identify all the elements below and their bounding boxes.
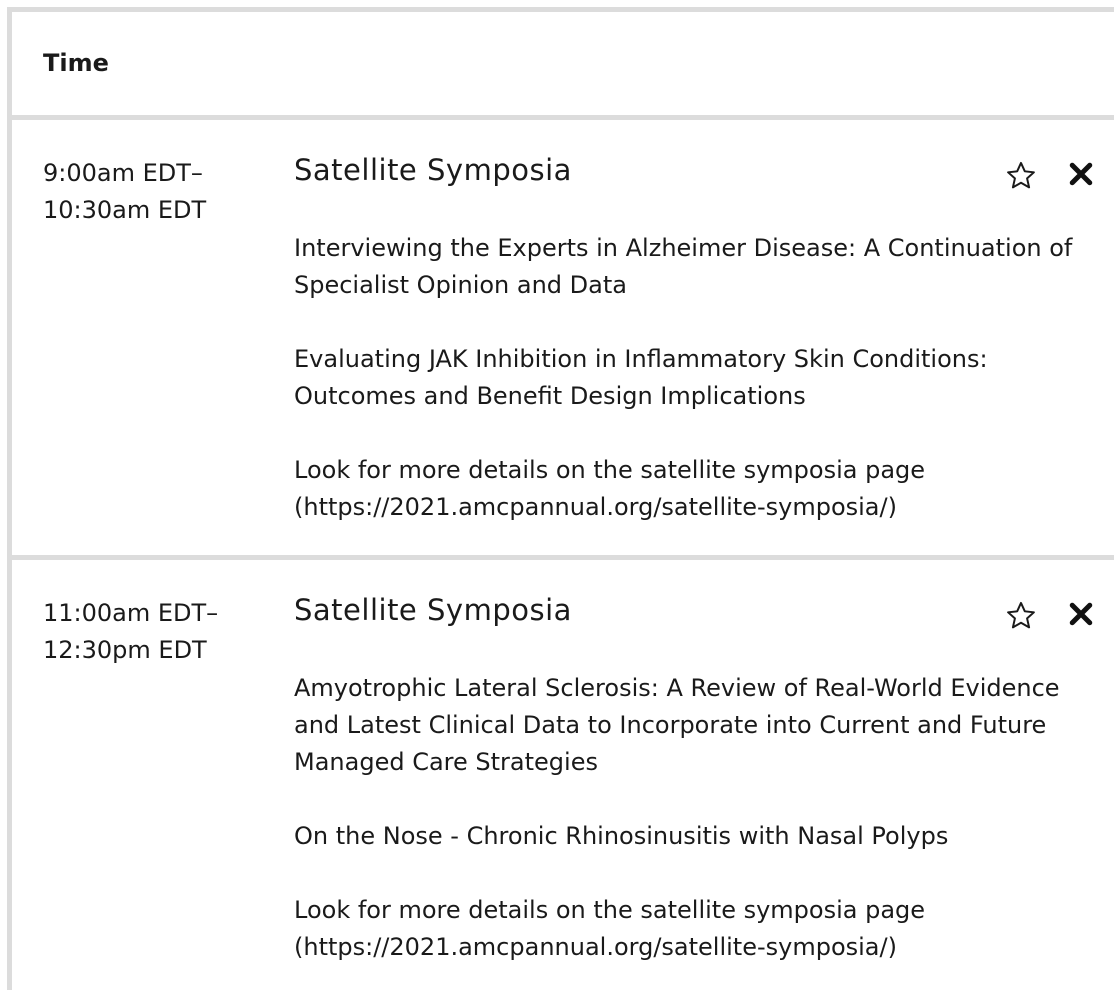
session-items: Amyotrophic Lateral Sclerosis: A Review … <box>294 670 1074 1003</box>
session-item: Look for more details on the satellite s… <box>294 456 926 521</box>
star-icon[interactable] <box>1004 159 1038 193</box>
session-time-end: 10:30am EDT <box>43 196 207 224</box>
schedule-table: Time 9:00am EDT– 10:30am EDT Satellite S… <box>7 7 1114 990</box>
session-time-start: 11:00am EDT– <box>43 599 219 627</box>
session-item: On the Nose - Chronic Rhinosinusitis wit… <box>294 822 949 850</box>
session-time: 9:00am EDT– 10:30am EDT <box>43 155 263 229</box>
star-icon[interactable] <box>1004 599 1038 633</box>
session-items: Interviewing the Experts in Alzheimer Di… <box>294 230 1074 563</box>
table-header: Time <box>12 12 1114 120</box>
session-item: Amyotrophic Lateral Sclerosis: A Review … <box>294 674 1060 776</box>
session-item: Interviewing the Experts in Alzheimer Di… <box>294 234 1073 299</box>
session-time-start: 9:00am EDT– <box>43 159 203 187</box>
session-row: 11:00am EDT– 12:30pm EDT Satellite Sympo… <box>12 560 1114 990</box>
session-item: Look for more details on the satellite s… <box>294 896 926 961</box>
close-icon[interactable] <box>1066 599 1096 629</box>
close-icon[interactable] <box>1066 159 1096 189</box>
session-title: Satellite Symposia <box>294 153 572 187</box>
session-time: 11:00am EDT– 12:30pm EDT <box>43 595 263 669</box>
session-title: Satellite Symposia <box>294 593 572 627</box>
time-column-header: Time <box>43 49 109 77</box>
session-row: 9:00am EDT– 10:30am EDT Satellite Sympos… <box>12 120 1114 560</box>
session-time-end: 12:30pm EDT <box>43 636 207 664</box>
session-item: Evaluating JAK Inhibition in Inflammator… <box>294 345 988 410</box>
